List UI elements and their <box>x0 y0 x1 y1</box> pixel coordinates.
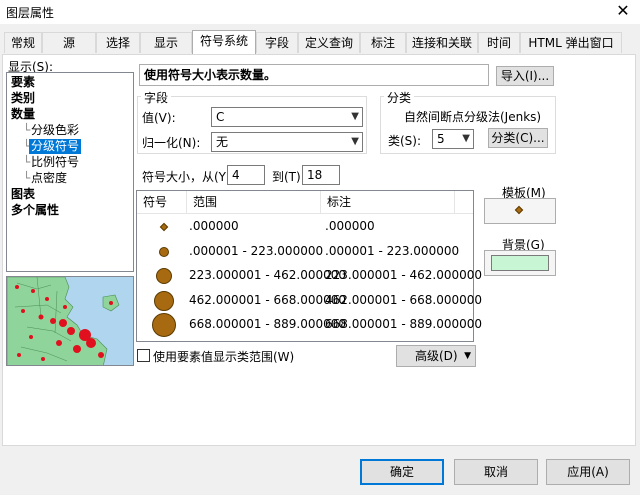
header-divider <box>137 213 473 214</box>
fields-group-title: 字段 <box>141 89 172 106</box>
value-label: 值(V): <box>142 111 176 125</box>
size-to-label: 到(T): <box>272 170 305 184</box>
background-color-swatch <box>491 255 549 271</box>
classification-method: 自然间断点分级法(Jenks) <box>404 110 542 124</box>
use-feature-values-checkbox[interactable] <box>137 349 150 362</box>
column-header-symbol[interactable]: 符号 <box>137 191 187 213</box>
tab-strip: 常规 源 选择 显示 符号系统 字段 定义查询 标注 连接和关联 时间 HTML… <box>0 30 640 54</box>
dialog-footer: 确定 取消 应用(A) <box>0 446 640 495</box>
tab-display[interactable]: 显示 <box>140 32 192 53</box>
tab-selection[interactable]: 选择 <box>96 32 140 53</box>
tab-general[interactable]: 常规 <box>4 32 42 53</box>
tree-item-quantities[interactable]: 数量 <box>11 107 35 122</box>
close-icon[interactable]: ✕ <box>612 1 634 21</box>
tree-item-graduated-colors[interactable]: 分级色彩 <box>31 123 79 138</box>
import-button[interactable]: 导入(I)... <box>496 66 554 86</box>
class-table[interactable]: 符号 范围 标注 .000000.000000.000001 - 223.000… <box>136 190 482 342</box>
table-row[interactable]: .000001 - 223.000000.000001 - 223.000000 <box>137 240 473 265</box>
classes-select[interactable]: 5 ▼ <box>432 129 474 149</box>
table-body: .000000.000000.000001 - 223.000000.00000… <box>137 215 482 341</box>
class-range-cell[interactable]: .000001 - 223.000000 <box>189 244 323 258</box>
tab-time[interactable]: 时间 <box>478 32 520 53</box>
class-symbol-icon[interactable] <box>152 313 176 338</box>
size-from-input[interactable]: 4 <box>227 165 265 185</box>
tab-html-popup[interactable]: HTML 弹出窗口 <box>520 32 622 53</box>
column-header-range[interactable]: 范围 <box>187 191 321 213</box>
table-row[interactable]: .000000 .000000 <box>137 215 473 240</box>
tab-source[interactable]: 源 <box>42 32 96 53</box>
classification-group-title: 分类 <box>384 89 415 106</box>
chevron-down-icon: ▼ <box>351 111 359 122</box>
tree-item-graduated-symbols[interactable]: 分级符号 <box>29 139 82 154</box>
class-symbol-icon[interactable] <box>159 223 169 232</box>
normalize-field-select[interactable]: 无 ▼ <box>211 132 363 152</box>
tree-item-dot-density[interactable]: 点密度 <box>31 171 67 186</box>
renderer-tree: 要素 类别 数量 └ 分级色彩 └ 分级符号 └ 比例符号 └ 点密度 图表 多… <box>6 72 134 272</box>
class-label-cell[interactable]: 462.000001 - 668.000000 <box>325 293 482 307</box>
class-range-cell[interactable]: 668.000001 - 889.000000 <box>189 317 346 331</box>
table-row[interactable]: 668.000001 - 889.000000 668.000001 - 889.… <box>137 313 482 338</box>
tree-connector: └ <box>23 171 31 185</box>
size-to-input[interactable]: 18 <box>302 165 340 185</box>
advanced-button-label: 高级(D) <box>415 349 458 363</box>
classify-button[interactable]: 分类(C)... <box>488 128 548 148</box>
class-symbol-icon[interactable] <box>159 246 169 257</box>
classes-label: 类(S): <box>388 134 422 148</box>
renderer-description: 使用符号大小表示数量。 <box>139 64 489 86</box>
template-symbol-button[interactable] <box>484 198 556 224</box>
tree-item-categories[interactable]: 类别 <box>11 91 35 106</box>
tab-joins-relates[interactable]: 连接和关联 <box>406 32 478 53</box>
class-label-cell[interactable]: .000001 - 223.000000 <box>325 244 459 258</box>
class-label-cell[interactable]: .000000 <box>325 219 375 233</box>
preview-map-image <box>6 276 134 366</box>
value-field-text: C <box>216 110 225 124</box>
tab-fields[interactable]: 字段 <box>256 32 298 53</box>
tree-item-charts[interactable]: 图表 <box>11 187 35 202</box>
table-row[interactable]: 223.000001 - 462.000000 223.000001 - 462.… <box>137 264 482 289</box>
class-range-cell[interactable]: .000000 <box>189 219 239 233</box>
class-label-cell[interactable]: 668.000001 - 889.000000 <box>325 317 482 331</box>
advanced-button[interactable]: 高级(D) ▼ <box>396 345 476 367</box>
chevron-down-icon: ▼ <box>351 136 359 147</box>
classes-text: 5 <box>437 132 445 146</box>
window-title: 图层属性 <box>6 6 55 20</box>
tab-definition-query[interactable]: 定义查询 <box>298 32 360 53</box>
class-symbol-icon[interactable] <box>156 268 172 285</box>
apply-button[interactable]: 应用(A) <box>546 459 630 485</box>
chevron-down-icon: ▼ <box>464 351 471 361</box>
normalize-field-text: 无 <box>216 135 229 149</box>
cancel-button[interactable]: 取消 <box>454 459 538 485</box>
tab-symbology[interactable]: 符号系统 <box>192 30 256 54</box>
normalize-label: 归一化(N): <box>142 136 201 150</box>
chevron-down-icon: ▼ <box>462 133 470 144</box>
background-symbol-button[interactable] <box>484 250 556 276</box>
use-feature-values-label: 使用要素值显示类范围(W) <box>153 350 295 364</box>
tree-item-features[interactable]: 要素 <box>11 75 35 90</box>
title-bar: 图层属性 ✕ <box>0 0 640 24</box>
tree-item-proportional-symbols[interactable]: 比例符号 <box>31 155 79 170</box>
class-range-cell[interactable]: 223.000001 - 462.000000 <box>189 268 346 282</box>
ok-button[interactable]: 确定 <box>360 459 444 485</box>
tree-item-multiple-attributes[interactable]: 多个属性 <box>11 203 59 218</box>
template-symbol-icon <box>514 205 524 215</box>
class-range-cell[interactable]: 462.000001 - 668.000000 <box>189 293 346 307</box>
tree-connector: └ <box>23 123 31 137</box>
column-header-label[interactable]: 标注 <box>321 191 455 213</box>
tab-labels[interactable]: 标注 <box>360 32 406 53</box>
class-symbol-icon[interactable] <box>154 290 174 311</box>
class-label-cell[interactable]: 223.000001 - 462.000000 <box>325 268 482 282</box>
value-field-select[interactable]: C ▼ <box>211 107 363 127</box>
table-row[interactable]: 462.000001 - 668.000000 462.000001 - 668.… <box>137 289 482 314</box>
tree-connector: └ <box>23 155 31 169</box>
size-from-label: 符号大小，从(Y) <box>142 170 231 184</box>
